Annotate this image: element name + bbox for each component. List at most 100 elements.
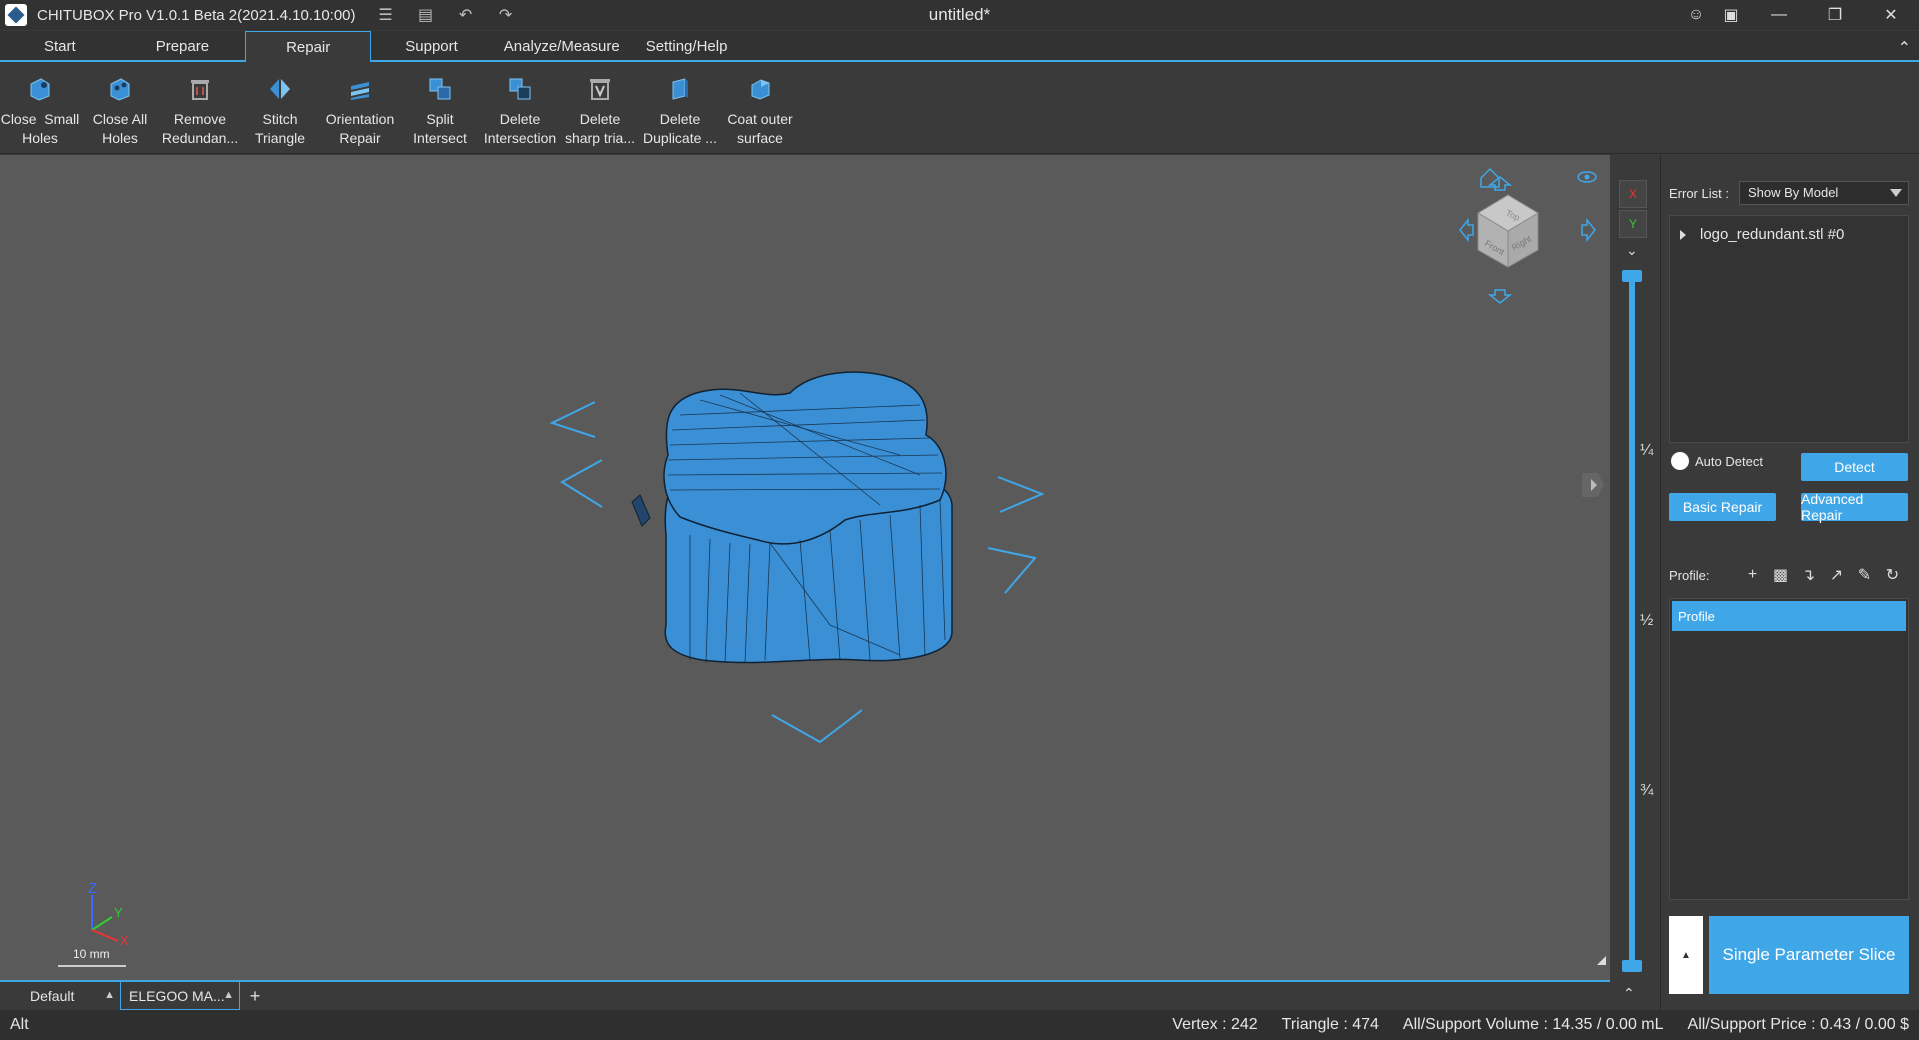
chevron-down-icon[interactable]: ⌄ bbox=[1626, 242, 1638, 259]
auto-detect-option[interactable]: Auto Detect bbox=[1671, 452, 1763, 470]
viewcube[interactable]: Top Front Right bbox=[1477, 194, 1539, 268]
profile-label: Profile: bbox=[1669, 568, 1710, 583]
remove-redundant-button[interactable]: Remove Redundan... bbox=[160, 64, 240, 154]
tree-item[interactable]: logo_redundant.stl #0 bbox=[1680, 226, 1844, 243]
axis-z-label: Z bbox=[88, 880, 97, 897]
view-bottom-arrow-icon[interactable] bbox=[1487, 289, 1513, 304]
close-all-holes-button[interactable]: Close All Holes bbox=[80, 64, 160, 154]
app-logo-icon bbox=[5, 4, 27, 26]
layer-top-handle[interactable] bbox=[1622, 270, 1642, 282]
printer-tabs: Default ▲ ELEGOO MA... ▲ + bbox=[0, 980, 1610, 1010]
export-profile-icon[interactable]: ↗ bbox=[1826, 564, 1847, 585]
coat-outer-surface-icon bbox=[747, 76, 773, 102]
split-intersect-button[interactable]: Split Intersect bbox=[400, 64, 480, 154]
tab-start[interactable]: Start bbox=[0, 31, 120, 62]
repair-ribbon: Close Small Holes Close All Holes Remove… bbox=[0, 64, 1919, 154]
slice-area: ▲ Single Parameter Slice bbox=[1669, 916, 1909, 994]
refresh-profile-icon[interactable]: ↻ bbox=[1882, 564, 1903, 585]
delete-profile-icon[interactable]: ▩ bbox=[1770, 564, 1791, 585]
app-title: CHITUBOX Pro V1.0.1 Beta 2(2021.4.10.10:… bbox=[37, 6, 356, 24]
document-icon[interactable]: ☰ bbox=[376, 5, 396, 25]
edit-profile-icon[interactable]: ✎ bbox=[1854, 564, 1875, 585]
profile-list: Profile bbox=[1669, 598, 1909, 900]
sort-icon[interactable]: ▲ bbox=[104, 989, 115, 1001]
close-small-holes-button[interactable]: Close Small Holes bbox=[0, 64, 80, 154]
window-controls: ☺ ▣ — ❐ ✕ bbox=[1681, 0, 1919, 30]
expand-arrow-icon[interactable] bbox=[1680, 229, 1686, 240]
split-intersect-icon bbox=[427, 76, 453, 102]
detect-button[interactable]: Detect bbox=[1801, 453, 1908, 481]
tab-setting-help[interactable]: Setting/Help bbox=[632, 31, 742, 62]
close-all-holes-icon bbox=[107, 76, 133, 102]
main-tabs: Start Prepare Repair Support Analyze/Mea… bbox=[0, 31, 1919, 62]
delete-duplicate-button[interactable]: Delete Duplicate ... bbox=[640, 64, 720, 154]
delete-sharp-triangle-button[interactable]: Delete sharp tria... bbox=[560, 64, 640, 154]
vertex-count: Vertex : 242 bbox=[1172, 1016, 1258, 1033]
tab-analyze-measure[interactable]: Analyze/Measure bbox=[492, 31, 632, 62]
axis-y-toggle[interactable]: Y bbox=[1619, 210, 1647, 238]
chevron-up-icon[interactable]: ⌃ bbox=[1623, 985, 1635, 1002]
basic-repair-button[interactable]: Basic Repair bbox=[1669, 493, 1776, 521]
status-bar: Alt Vertex : 242 Triangle : 474 All/Supp… bbox=[0, 1010, 1919, 1040]
slice-options-icon[interactable]: ▲ bbox=[1669, 916, 1703, 994]
layer-slider-panel bbox=[1610, 155, 1660, 1010]
dropdown-caret-icon bbox=[1890, 189, 1902, 197]
user-icon[interactable]: ☺ bbox=[1681, 0, 1711, 30]
layer-track[interactable] bbox=[1629, 272, 1635, 968]
tab-support[interactable]: Support bbox=[371, 31, 492, 62]
chitubox-window: CHITUBOX Pro V1.0.1 Beta 2(2021.4.10.10:… bbox=[0, 0, 1919, 1040]
profile-item[interactable]: Profile bbox=[1672, 601, 1906, 631]
coat-outer-surface-button[interactable]: Coat outer surface bbox=[720, 64, 800, 154]
undo-icon[interactable]: ↶ bbox=[456, 5, 476, 25]
single-parameter-slice-button[interactable]: Single Parameter Slice bbox=[1709, 916, 1909, 994]
price-readout: All/Support Price : 0.43 / 0.00 $ bbox=[1687, 1016, 1909, 1033]
save-icon[interactable]: ▤ bbox=[416, 5, 436, 25]
delete-intersection-icon bbox=[507, 76, 533, 102]
stitch-triangle-icon bbox=[267, 76, 293, 102]
tab-repair[interactable]: Repair bbox=[245, 31, 372, 62]
redo-icon[interactable]: ↷ bbox=[496, 5, 516, 25]
remove-redundant-icon bbox=[187, 76, 213, 102]
model-fragment[interactable] bbox=[631, 494, 651, 527]
add-profile-icon[interactable]: + bbox=[1742, 564, 1763, 585]
scale-label: 10 mm bbox=[73, 947, 110, 961]
view-left-arrow-icon[interactable] bbox=[1459, 217, 1474, 243]
add-printer-icon[interactable]: + bbox=[240, 982, 270, 1010]
error-tree: logo_redundant.stl #0 bbox=[1669, 215, 1909, 443]
axis-x-toggle[interactable]: X bbox=[1619, 180, 1647, 208]
delete-intersection-button[interactable]: Delete Intersection bbox=[480, 64, 560, 154]
printer-tab-elegoo[interactable]: ELEGOO MA... ▲ bbox=[120, 982, 240, 1010]
half-mark: ½ bbox=[1640, 612, 1654, 629]
close-icon[interactable]: ✕ bbox=[1863, 0, 1919, 30]
stitch-triangle-button[interactable]: Stitch Triangle bbox=[240, 64, 320, 154]
error-list-select[interactable]: Show By Model bbox=[1739, 181, 1909, 205]
three-quarter-mark: ¾ bbox=[1640, 782, 1654, 799]
auto-detect-radio[interactable] bbox=[1671, 452, 1689, 470]
tab-prepare[interactable]: Prepare bbox=[120, 31, 245, 62]
import-profile-icon[interactable]: ↴ bbox=[1798, 564, 1819, 585]
view-top-arrow-icon[interactable] bbox=[1487, 176, 1513, 191]
minimize-icon[interactable]: — bbox=[1751, 0, 1807, 30]
view-right-arrow-icon[interactable] bbox=[1581, 217, 1596, 243]
layer-bottom-handle[interactable] bbox=[1622, 960, 1642, 972]
triangle-count: Triangle : 474 bbox=[1281, 1016, 1379, 1033]
restore-icon[interactable]: ❐ bbox=[1807, 0, 1863, 30]
profile-toolbar: + ▩ ↴ ↗ ✎ ↻ bbox=[1742, 564, 1903, 585]
close-small-holes-icon bbox=[27, 76, 53, 102]
delete-duplicate-icon bbox=[667, 76, 693, 102]
printer-tab-default[interactable]: Default ▲ bbox=[0, 982, 120, 1010]
error-list-label: Error List : bbox=[1669, 186, 1729, 201]
collapse-ribbon-icon[interactable]: ⌃ bbox=[1898, 38, 1911, 58]
model-mesh[interactable] bbox=[663, 371, 953, 664]
screenshot-icon[interactable]: ▣ bbox=[1711, 0, 1751, 30]
advanced-repair-button[interactable]: Advanced Repair bbox=[1801, 491, 1908, 523]
volume-readout: All/Support Volume : 14.35 / 0.00 mL bbox=[1402, 1016, 1664, 1033]
axis-indicator: Z Y X bbox=[88, 880, 129, 948]
corner-grip-icon[interactable] bbox=[1597, 956, 1606, 965]
3d-viewport[interactable]: Top Front Right Z Y X bbox=[0, 155, 1610, 980]
sort-icon[interactable]: ▲ bbox=[223, 989, 234, 1001]
orientation-repair-button[interactable]: Orientation Repair bbox=[320, 64, 400, 154]
orientation-repair-icon bbox=[347, 76, 373, 102]
delete-sharp-triangle-icon bbox=[587, 76, 613, 102]
axis-y-label: Y bbox=[114, 905, 123, 920]
